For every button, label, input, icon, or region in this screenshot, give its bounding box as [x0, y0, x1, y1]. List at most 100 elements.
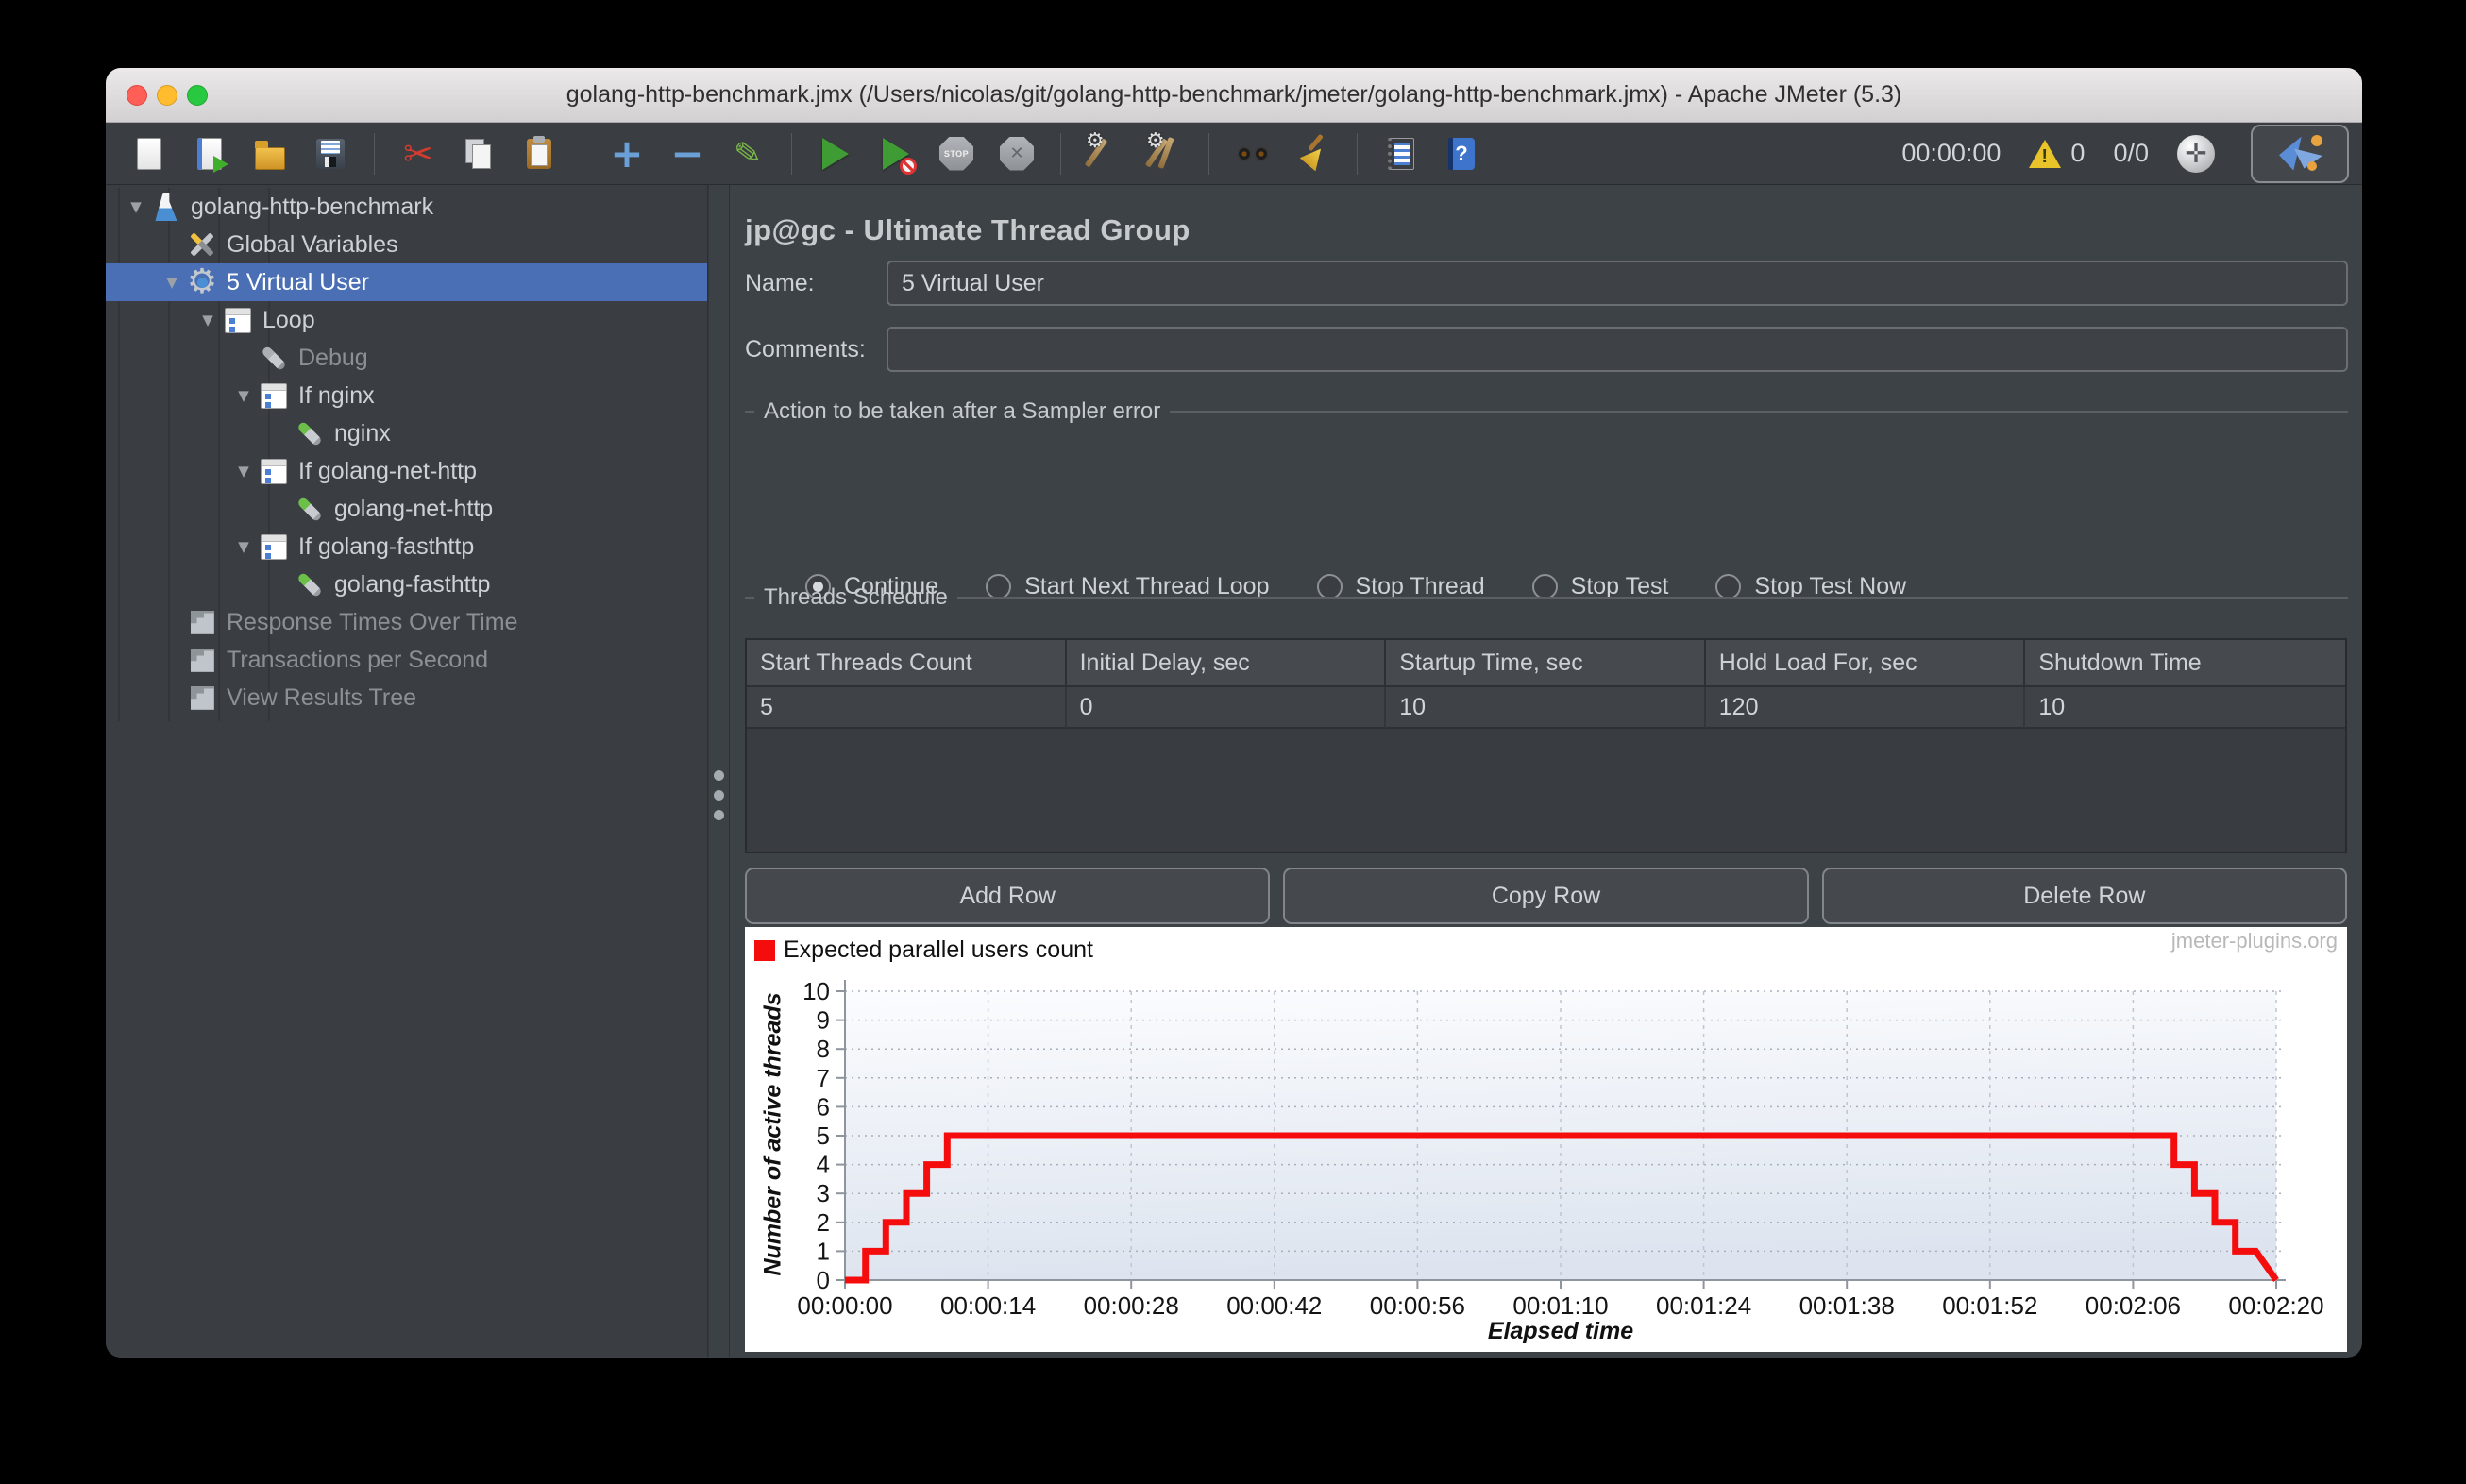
open-templates-button[interactable]: [189, 131, 230, 177]
content-area: ▼golang-http-benchmarkGlobal Variables▼⚙…: [106, 185, 2362, 1357]
tree-item-5-virtual-user[interactable]: ▼⚙ 5 Virtual User: [106, 263, 707, 301]
add-button[interactable]: +: [606, 131, 648, 177]
expander-icon[interactable]: ▼: [228, 538, 259, 555]
start-button[interactable]: [815, 131, 856, 177]
tree-item-if-golang-net-http[interactable]: ▼ If golang-net-http: [106, 452, 707, 490]
x-tick-label: 00:01:10: [1512, 1291, 1608, 1320]
expander-icon[interactable]: ▼: [193, 312, 223, 329]
decor: [262, 383, 286, 391]
decor: [137, 137, 161, 170]
decor: [1170, 411, 2348, 413]
toolbar-separator: [374, 132, 375, 175]
new-file-button[interactable]: [128, 131, 170, 177]
decor: [190, 685, 214, 710]
copy-row-button[interactable]: Copy Row: [1283, 868, 1809, 924]
tree-item-golang-http-benchmark[interactable]: ▼ golang-http-benchmark: [106, 188, 707, 226]
minimize-button[interactable]: [157, 85, 177, 106]
y-axis-label: Number of active threads: [759, 992, 786, 1276]
decor: [190, 610, 214, 634]
shutdown-button[interactable]: ✕: [996, 131, 1038, 177]
column-header: Initial Delay, sec: [1066, 640, 1387, 687]
tree-item-if-nginx[interactable]: ▼ If nginx: [106, 377, 707, 414]
function-helper-button[interactable]: [1380, 131, 1422, 177]
delete-row-button[interactable]: Delete Row: [1821, 868, 2347, 924]
expander-icon[interactable]: ▼: [157, 274, 187, 291]
decor: ✂: [403, 132, 433, 175]
traffic-lights: [127, 85, 208, 106]
column-header: Startup Time, sec: [1386, 640, 1706, 687]
gear-icon: ⚙: [187, 265, 217, 299]
listener-chart-icon: [187, 645, 217, 675]
tree-item-golang-net-http[interactable]: golang-net-http: [106, 490, 707, 528]
clear-all-button[interactable]: ⚙: [1144, 128, 1186, 177]
decor: [1237, 145, 1269, 161]
thread-counts: 0/0: [2113, 139, 2149, 167]
tree-item-golang-fasthttp[interactable]: golang-fasthttp: [106, 565, 707, 603]
table-cell[interactable]: 10: [2025, 687, 2345, 729]
clear-button[interactable]: ⚙: [1084, 130, 1125, 177]
table-cell[interactable]: 120: [1705, 687, 2026, 729]
search-button[interactable]: [1232, 131, 1274, 177]
tree-item-transactions-per-second[interactable]: Transactions per Second: [106, 641, 707, 679]
y-tick-label: 8: [817, 1035, 830, 1063]
tree-item-label: Debug: [298, 344, 368, 371]
decor: [714, 790, 724, 801]
save-button[interactable]: [310, 131, 351, 177]
splitter-handle[interactable]: [714, 770, 724, 820]
x-tick-label: 00:00:28: [1084, 1291, 1179, 1320]
decor: ✕: [1000, 136, 1034, 171]
decor: [261, 458, 287, 484]
decor: [229, 317, 235, 324]
log-errors-indicator[interactable]: ! 0: [2029, 139, 2085, 168]
tree-item-loop[interactable]: ▼ Loop: [106, 301, 707, 339]
paste-button[interactable]: [518, 131, 560, 177]
add-row-button[interactable]: Add Row: [745, 868, 1271, 924]
decor: ✎: [732, 132, 764, 175]
panel-splitter[interactable]: [708, 185, 730, 1357]
tree-item-label: If golang-net-http: [298, 457, 478, 484]
decor: [190, 688, 214, 710]
logo-toggle-button[interactable]: [2251, 124, 2349, 183]
decor: [255, 146, 285, 170]
decor: [265, 477, 271, 483]
decor: [265, 393, 271, 399]
zoom-button[interactable]: [187, 85, 208, 106]
tree-item-label: Transactions per Second: [227, 646, 489, 673]
toggle-button[interactable]: ✎: [727, 131, 769, 177]
expander-icon[interactable]: ▼: [228, 463, 259, 480]
table-empty-area[interactable]: [747, 729, 2345, 852]
table-cell[interactable]: 0: [1066, 687, 1387, 729]
tree-item-if-golang-fasthttp[interactable]: ▼ If golang-fasthttp: [106, 528, 707, 565]
chart-canvas: 012345678910 00:00:00 00:00:14 00:00:28 00:0…: [797, 977, 2323, 1320]
tree-item-debug[interactable]: Debug: [106, 339, 707, 377]
table-cell[interactable]: 5: [747, 687, 1067, 729]
expander-icon[interactable]: ▼: [228, 387, 259, 404]
comments-input[interactable]: [887, 327, 2348, 372]
decor: [265, 401, 271, 408]
cut-button[interactable]: ✂: [397, 131, 439, 177]
start-no-pauses-button[interactable]: [875, 131, 917, 177]
expander-icon[interactable]: ▼: [121, 198, 151, 215]
open-file-button[interactable]: [249, 131, 291, 177]
titlebar[interactable]: golang-http-benchmark.jmx (/Users/nicola…: [106, 68, 2362, 123]
tree-item-response-times-over-time[interactable]: Response Times Over Time: [106, 603, 707, 641]
decor: [956, 597, 2348, 599]
name-input[interactable]: 5 Virtual User: [887, 261, 2348, 306]
y-tick-label: 2: [817, 1208, 830, 1237]
decor: [321, 140, 340, 154]
x-tick-label: 00:01:38: [1799, 1291, 1895, 1320]
help-button[interactable]: ?: [1441, 131, 1482, 177]
tree-item-view-results-tree[interactable]: View Results Tree: [106, 679, 707, 717]
close-button[interactable]: [127, 85, 147, 106]
reset-search-button[interactable]: [1292, 131, 1334, 177]
tree-item-global-variables[interactable]: Global Variables: [106, 226, 707, 263]
y-tick-label: 3: [817, 1179, 830, 1207]
thread-group-panel: jp@gc - Ultimate Thread Group Name: 5 Vi…: [730, 185, 2362, 1357]
table-cell[interactable]: 10: [1386, 687, 1706, 729]
tree-item-nginx[interactable]: nginx: [106, 414, 707, 452]
warning-icon: !: [2029, 139, 2062, 168]
remove-button[interactable]: −: [667, 131, 708, 177]
stop-button[interactable]: STOP: [936, 131, 977, 177]
copy-button[interactable]: [458, 131, 499, 177]
decor: ⚙: [1146, 128, 1165, 153]
